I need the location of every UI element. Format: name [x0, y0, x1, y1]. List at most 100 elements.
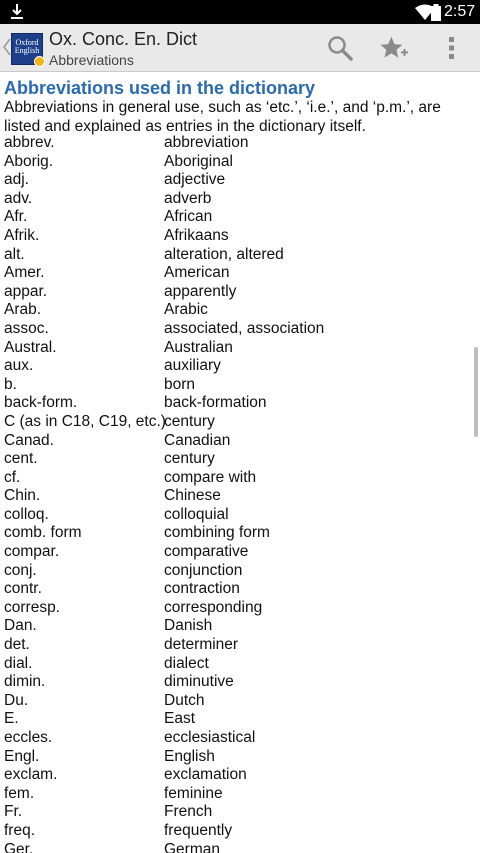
list-item: dimin. diminutive: [0, 673, 470, 692]
abbreviation-meaning: abbreviation: [164, 134, 249, 151]
abbreviation-term: corresp.: [4, 598, 60, 616]
abbreviation-term: Chin.: [4, 487, 41, 505]
abbreviation-meaning: Chinese: [164, 487, 221, 505]
abbreviation-meaning: associated, association: [164, 319, 325, 337]
abbreviation-term: colloq.: [4, 505, 49, 523]
app-logo-text: Oxford English: [14, 38, 40, 55]
content-area[interactable]: Abbreviations used in the dictionary Abb…: [0, 73, 480, 853]
app-title: Ox. Conc. En. Dict: [49, 29, 198, 49]
battery-icon: [431, 4, 441, 21]
list-item: aux. auxiliary: [0, 357, 470, 376]
status-time: 2:57: [444, 3, 476, 20]
list-item: eccles. ecclesiastical: [0, 729, 470, 748]
list-item: corresp. corresponding: [0, 599, 470, 618]
abbreviation-meaning: Danish: [164, 617, 213, 635]
abbreviation-meaning: frequently: [164, 821, 233, 839]
list-item: C (as in C18, C19, etc.) century: [0, 413, 470, 432]
list-item: det. determiner: [0, 636, 470, 655]
list-item: Chin. Chinese: [0, 487, 470, 506]
abbreviation-term: Engl.: [4, 747, 40, 765]
search-icon[interactable]: [326, 34, 354, 62]
list-item: Amer. American: [0, 264, 470, 283]
abbreviation-meaning: Dutch: [164, 691, 205, 709]
list-item: Afrik. Afrikaans: [0, 227, 470, 246]
abbreviation-term: adj.: [4, 171, 29, 189]
list-item: Fr. French: [0, 803, 470, 822]
abbreviation-meaning: Arabic: [164, 301, 208, 319]
list-item: comb. form combining form: [0, 524, 470, 543]
overflow-menu-icon[interactable]: [446, 34, 458, 62]
list-item: contr. contraction: [0, 580, 470, 599]
abbreviation-term: Canad.: [4, 431, 54, 449]
abbreviation-term: cf.: [4, 468, 21, 486]
abbreviation-term: Fr.: [4, 803, 23, 821]
list-item: conj. conjunction: [0, 562, 470, 581]
abbreviation-term: adv.: [4, 189, 33, 207]
abbreviation-meaning: determiner: [164, 636, 239, 654]
abbreviation-meaning: adjective: [164, 171, 226, 189]
abbreviation-meaning: alteration, altered: [164, 245, 284, 263]
abbreviation-term: compar.: [4, 543, 60, 561]
abbreviation-term: cent.: [4, 450, 38, 468]
abbreviation-list: abbrev. abbreviation Aborig. Aboriginal adj.…: [0, 134, 470, 853]
abbreviation-meaning: American: [164, 264, 230, 282]
list-item: Du. Dutch: [0, 692, 470, 711]
abbreviation-meaning: diminutive: [164, 673, 234, 691]
scrollbar[interactable]: [474, 347, 478, 437]
abbreviation-term: conj.: [4, 561, 37, 579]
abbreviation-term: alt.: [4, 245, 25, 263]
list-item: Engl. English: [0, 748, 470, 767]
abbreviation-meaning: ecclesiastical: [164, 729, 256, 746]
abbreviation-meaning: born: [164, 375, 196, 393]
list-item: compar. comparative: [0, 543, 470, 562]
abbreviation-meaning: Australian: [164, 338, 233, 356]
abbreviation-meaning: conjunction: [164, 561, 243, 579]
list-item: cent. century: [0, 450, 470, 469]
abbreviation-meaning: Afrikaans: [164, 226, 229, 244]
list-item: E. East: [0, 710, 470, 729]
abbreviation-meaning: German: [164, 840, 220, 853]
abbreviation-term: Afrik.: [4, 226, 40, 244]
list-item: fem. feminine: [0, 785, 470, 804]
list-item: Ger. German: [0, 841, 470, 853]
abbreviation-meaning: French: [164, 803, 213, 821]
abbreviation-term: back-form.: [4, 394, 78, 412]
intro-text: Abbreviations in general use, such as ‘e…: [4, 99, 441, 135]
list-item: cf. compare with: [0, 469, 470, 488]
abbreviation-meaning: dialect: [164, 654, 209, 672]
abbreviation-term: E.: [4, 710, 19, 728]
list-item: colloq. colloquial: [0, 506, 470, 525]
list-item: freq. frequently: [0, 822, 470, 841]
abbreviation-term: aux.: [4, 357, 34, 375]
abbreviation-meaning: century: [164, 412, 215, 430]
logo-badge: [34, 56, 45, 67]
abbreviation-term: Afr.: [4, 208, 28, 226]
list-item: back-form. back-formation: [0, 394, 470, 413]
abbreviation-term: contr.: [4, 580, 42, 598]
list-item: alt. alteration, altered: [0, 246, 470, 265]
bookmark-add-icon[interactable]: [380, 34, 408, 62]
list-item: assoc. associated, association: [0, 320, 470, 339]
list-item: exclam. exclamation: [0, 766, 470, 785]
abbreviation-meaning: Aboriginal: [164, 152, 233, 170]
list-item: Aborig. Aboriginal: [0, 153, 470, 172]
app-subtitle: Abbreviations: [49, 52, 134, 68]
list-item: Arab. Arabic: [0, 301, 470, 320]
abbreviation-meaning: comparative: [164, 543, 249, 561]
abbreviation-meaning: corresponding: [164, 598, 263, 616]
abbreviation-meaning: compare with: [164, 468, 257, 486]
list-item: Austral. Australian: [0, 339, 470, 358]
abbreviation-meaning: colloquial: [164, 505, 229, 523]
abbreviation-term: Arab.: [4, 301, 42, 319]
abbreviation-term: C (as in C18, C19, etc.): [4, 412, 166, 430]
abbreviation-term: b.: [4, 375, 17, 393]
abbreviation-term: Amer.: [4, 264, 45, 282]
abbreviation-term: Dan.: [4, 617, 37, 635]
chevron-left-icon[interactable]: [3, 38, 11, 56]
abbreviation-meaning: auxiliary: [164, 357, 221, 375]
app-logo[interactable]: Oxford English: [11, 33, 45, 67]
abbreviation-term: abbrev.: [4, 134, 55, 151]
abbreviation-term: assoc.: [4, 319, 49, 337]
abbreviation-term: comb. form: [4, 524, 82, 542]
list-item: dial. dialect: [0, 655, 470, 674]
